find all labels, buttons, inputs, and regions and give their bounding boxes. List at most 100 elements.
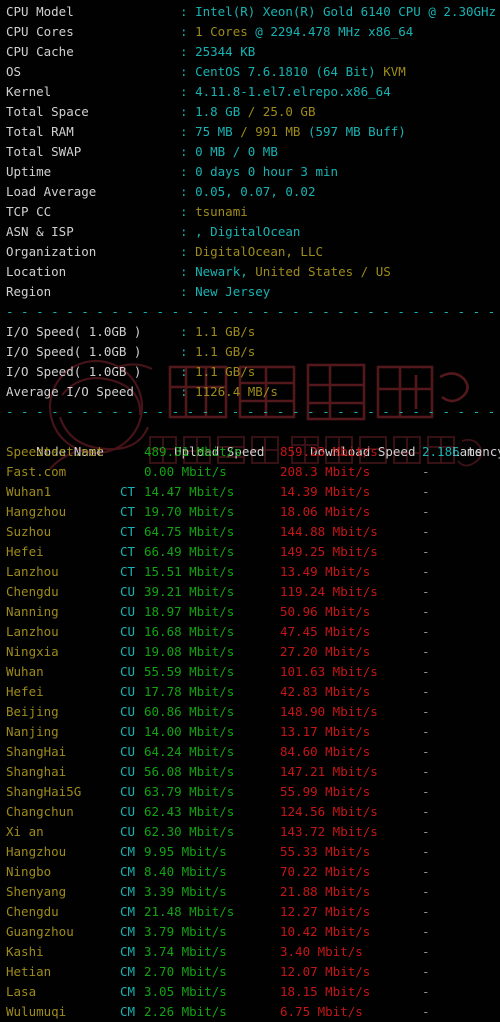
node-name-cell: Nanjing [6, 724, 59, 739]
io-speed-row: I/O Speed( 1.0GB ): 1.1 GB/s [0, 342, 500, 362]
io-value: 1.1 GB/s [195, 344, 256, 359]
io-label: I/O Speed( 1.0GB ) [6, 344, 142, 359]
io-colon: : [180, 324, 196, 339]
latency-cell: - [422, 584, 430, 599]
speedtest-row: Chengdu CU 39.21 Mbit/s 119.24 Mbit/s - [0, 582, 500, 602]
info-row: TCP CC: tsunami [0, 202, 500, 222]
speedtest-row: Shanghai CU 56.08 Mbit/s 147.21 Mbit/s - [0, 762, 500, 782]
isp-code-cell: CM [120, 864, 136, 879]
node-name-cell: Shenyang [6, 884, 67, 899]
download-speed-cell: 18.15 Mbit/s [280, 984, 371, 999]
node-name-cell: Changchun [6, 804, 74, 819]
upload-speed-cell: 9.95 Mbit/s [144, 844, 227, 859]
info-row: Location: Newark, United States / US [0, 262, 500, 282]
upload-speed-cell: 62.30 Mbit/s [144, 824, 235, 839]
isp-code-cell: CU [120, 824, 136, 839]
node-name-cell: Hangzhou [6, 844, 67, 859]
download-speed-cell: 119.24 Mbit/s [280, 584, 378, 599]
io-value: 1126.4 MB/s [195, 384, 278, 399]
upload-speed-cell: 63.79 Mbit/s [144, 784, 235, 799]
info-row: CPU Cores: 1 Cores @ 2294.478 MHz x86_64 [0, 22, 500, 42]
node-name-cell: ShangHai [6, 744, 67, 759]
latency-cell: - [422, 904, 430, 919]
latency-cell: 2.186 [422, 444, 460, 459]
isp-code-cell: CU [120, 704, 136, 719]
upload-speed-cell: 64.24 Mbit/s [144, 744, 235, 759]
isp-code-cell: CM [120, 884, 136, 899]
io-label: I/O Speed( 1.0GB ) [6, 324, 142, 339]
latency-cell: - [422, 664, 430, 679]
info-value: 0 days 0 hour 3 min [195, 164, 339, 179]
node-name-cell: Hetian [6, 964, 52, 979]
info-value: 4.11.8-1.el7.elrepo.x86_64 [195, 84, 391, 99]
node-name-cell: Wuhan [6, 664, 44, 679]
info-row: Total SWAP: 0 MB / 0 MB [0, 142, 500, 162]
isp-code-cell: CU [120, 664, 136, 679]
download-speed-cell: 47.45 Mbit/s [280, 624, 371, 639]
io-label: Average I/O Speed [6, 384, 134, 399]
info-colon: : [180, 244, 196, 259]
speedtest-row: Speedtest.net 489.31 Mbit/s 859.23 Mbit/s 2… [0, 442, 500, 462]
download-speed-cell: 101.63 Mbit/s [280, 664, 378, 679]
download-speed-cell: 3.40 Mbit/s [280, 944, 363, 959]
isp-code-cell: CM [120, 844, 136, 859]
download-speed-cell: 147.21 Mbit/s [280, 764, 378, 779]
info-row: Kernel: 4.11.8-1.el7.elrepo.x86_64 [0, 82, 500, 102]
info-row: Total RAM: 75 MB / 991 MB (597 MB Buff) [0, 122, 500, 142]
download-speed-cell: 10.42 Mbit/s [280, 924, 371, 939]
latency-cell: - [422, 524, 430, 539]
speedtest-row: Wuhan1 CT 14.47 Mbit/s 14.39 Mbit/s - [0, 482, 500, 502]
download-speed-cell: 143.72 Mbit/s [280, 824, 378, 839]
speedtest-row: Hetian CM 2.70 Mbit/s 12.07 Mbit/s - [0, 962, 500, 982]
upload-speed-cell: 2.26 Mbit/s [144, 1004, 227, 1019]
speedtest-row: Ningxia CU 19.08 Mbit/s 27.20 Mbit/s - [0, 642, 500, 662]
node-name-cell: Lanzhou [6, 564, 59, 579]
latency-cell: - [422, 864, 430, 879]
info-label: Region [6, 284, 52, 299]
download-speed-cell: 55.33 Mbit/s [280, 844, 371, 859]
node-name-cell: Ningbo [6, 864, 52, 879]
latency-cell: - [422, 564, 430, 579]
upload-speed-cell: 56.08 Mbit/s [144, 764, 235, 779]
node-name-cell: Beijing [6, 704, 59, 719]
speedtest-row: Chengdu CM 21.48 Mbit/s 12.27 Mbit/s - [0, 902, 500, 922]
node-name-cell: ShangHai5G [6, 784, 82, 799]
info-value: 0.05, 0.07, 0.02 [195, 184, 316, 199]
speedtest-row: Ningbo CM 8.40 Mbit/s 70.22 Mbit/s - [0, 862, 500, 882]
isp-code-cell: CU [120, 604, 136, 619]
isp-code-cell: CT [120, 484, 136, 499]
upload-speed-cell: 17.78 Mbit/s [144, 684, 235, 699]
upload-speed-cell: 14.47 Mbit/s [144, 484, 235, 499]
download-speed-cell: 84.60 Mbit/s [280, 744, 371, 759]
node-name-cell: Chengdu [6, 584, 59, 599]
info-value: United States / US [255, 264, 391, 279]
info-colon: : [180, 4, 196, 19]
info-value: CentOS 7.6.1810 (64 Bit) [195, 64, 384, 79]
upload-speed-cell: 19.08 Mbit/s [144, 644, 235, 659]
isp-code-cell: CU [120, 744, 136, 759]
upload-speed-cell: 8.40 Mbit/s [144, 864, 227, 879]
info-label: Total Space [6, 104, 89, 119]
latency-cell: - [422, 624, 430, 639]
isp-code-cell: CM [120, 944, 136, 959]
node-name-cell: Speedtest.net [6, 444, 104, 459]
upload-speed-cell: 21.48 Mbit/s [144, 904, 235, 919]
latency-cell: - [422, 764, 430, 779]
node-name-cell: Lasa [6, 984, 37, 999]
speedtest-row: ShangHai CU 64.24 Mbit/s 84.60 Mbit/s - [0, 742, 500, 762]
speedtest-row: ShangHai5G CU 63.79 Mbit/s 55.99 Mbit/s - [0, 782, 500, 802]
info-value: tsunami [195, 204, 248, 219]
download-speed-cell: 148.90 Mbit/s [280, 704, 378, 719]
speedtest-row: Changchun CU 62.43 Mbit/s 124.56 Mbit/s - [0, 802, 500, 822]
node-name-cell: Chengdu [6, 904, 59, 919]
info-label: Location [6, 264, 67, 279]
isp-code-cell: CT [120, 564, 136, 579]
io-value: 1.1 GB/s [195, 364, 256, 379]
latency-cell: - [422, 844, 430, 859]
latency-cell: - [422, 1004, 430, 1019]
info-row: CPU Model: Intel(R) Xeon(R) Gold 6140 CP… [0, 2, 500, 22]
upload-speed-cell: 19.70 Mbit/s [144, 504, 235, 519]
download-speed-cell: 12.07 Mbit/s [280, 964, 371, 979]
io-speed-row: Average I/O Speed: 1126.4 MB/s [0, 382, 500, 402]
io-test-block: I/O Speed( 1.0GB ): 1.1 GB/s I/O Speed( 1… [0, 322, 500, 402]
